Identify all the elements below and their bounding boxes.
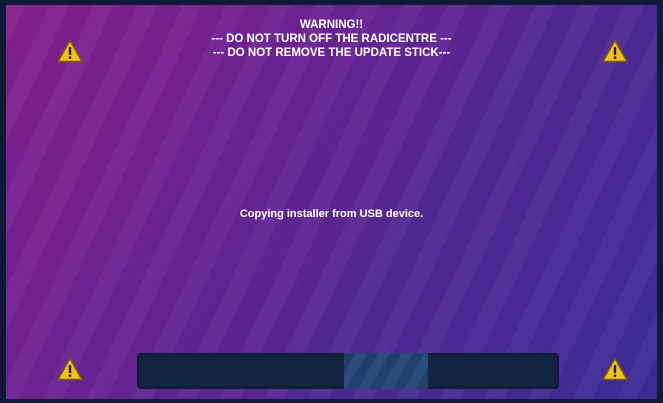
progress-indicator	[343, 353, 429, 389]
warning-triangle-icon	[57, 357, 83, 381]
progress-bar	[137, 353, 559, 389]
warning-title: WARNING!!	[299, 19, 364, 31]
update-screen: WARNING!! --- DO NOT TURN OFF THE RADICE…	[0, 0, 663, 403]
warning-line-power: --- DO NOT TURN OFF THE RADICENTRE ---	[211, 33, 452, 45]
warning-message: WARNING!! --- DO NOT TURN OFF THE RADICE…	[6, 18, 657, 60]
warning-triangle-icon	[602, 357, 628, 381]
warning-line-stick: --- DO NOT REMOVE THE UPDATE STICK---	[212, 47, 451, 59]
status-message: Copying installer from USB device.	[239, 208, 424, 220]
